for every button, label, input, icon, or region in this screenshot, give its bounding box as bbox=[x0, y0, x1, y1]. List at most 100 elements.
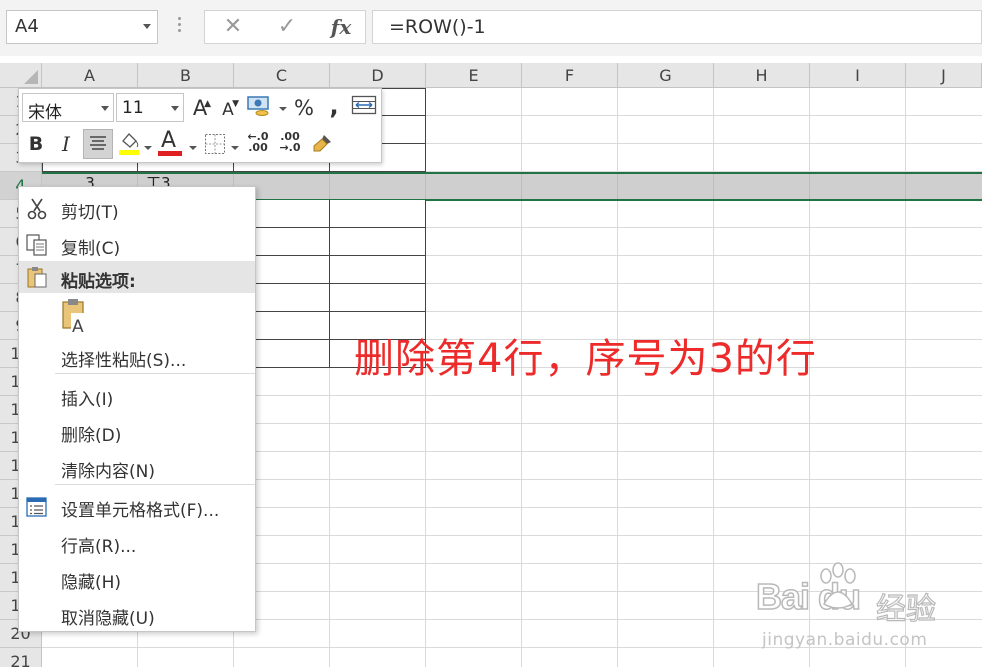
menu-separator bbox=[55, 373, 255, 374]
menu-item-label: 复制(C) bbox=[61, 239, 121, 259]
italic-button[interactable]: I bbox=[53, 129, 79, 159]
column-header-i[interactable]: I bbox=[810, 63, 906, 88]
copy-icon bbox=[26, 234, 47, 256]
table-cell[interactable] bbox=[330, 256, 426, 284]
menu-item-clear-contents[interactable]: 清除内容(N) bbox=[19, 450, 255, 484]
column-header-g[interactable]: G bbox=[618, 63, 714, 88]
paw-icon bbox=[820, 562, 856, 609]
menu-item-delete[interactable]: 删除(D) bbox=[19, 414, 255, 448]
percent-style-button[interactable]: % bbox=[291, 93, 317, 123]
font-size-value: 11 bbox=[122, 98, 144, 118]
column-header-e[interactable]: E bbox=[426, 63, 522, 88]
clipboard-icon bbox=[27, 267, 47, 288]
menu-item-label: 清除内容(N) bbox=[61, 462, 155, 482]
chevron-down-icon[interactable] bbox=[171, 106, 179, 111]
column-header-c[interactable]: C bbox=[234, 63, 330, 88]
increase-decimal-button[interactable]: ←.0 .00 bbox=[245, 131, 271, 161]
menu-item-hide[interactable]: 隐藏(H) bbox=[19, 561, 255, 595]
enter-check-icon[interactable]: ✓ bbox=[265, 11, 309, 43]
menu-item-label: 隐藏(H) bbox=[61, 573, 122, 593]
formula-buttons: ✕ ✓ fx bbox=[204, 10, 366, 44]
paste-options-label: 粘贴选项: bbox=[61, 272, 136, 292]
scissors-icon bbox=[27, 198, 47, 220]
merge-center-icon bbox=[351, 95, 377, 115]
menu-item-cut[interactable]: 剪切(T) bbox=[19, 191, 255, 225]
font-name-select[interactable]: 宋体 bbox=[22, 93, 114, 123]
chevron-down-icon[interactable] bbox=[279, 107, 287, 111]
cancel-icon[interactable]: ✕ bbox=[211, 11, 255, 43]
decrease-decimal-button[interactable]: .00 →.0 bbox=[277, 131, 303, 161]
column-headers: ABCDEFGHIJ bbox=[42, 63, 982, 88]
menu-item-format-cells[interactable]: 设置单元格格式(F)... bbox=[19, 489, 255, 523]
watermark-url: jingyan.baidu.com bbox=[762, 630, 928, 650]
align-center-icon bbox=[90, 136, 106, 150]
font-name-value: 宋体 bbox=[28, 103, 62, 123]
watermark-cn: 经验 bbox=[875, 591, 936, 627]
chevron-down-icon[interactable] bbox=[144, 146, 152, 150]
chevron-down-icon[interactable] bbox=[101, 106, 109, 111]
menu-item-label: 删除(D) bbox=[61, 426, 122, 446]
menu-item-copy[interactable]: 复制(C) bbox=[19, 227, 255, 261]
grow-font-button[interactable]: A ▲ bbox=[189, 93, 211, 123]
select-all-triangle-icon bbox=[24, 70, 38, 84]
select-all-button[interactable] bbox=[0, 63, 42, 88]
column-header-b[interactable]: B bbox=[138, 63, 234, 88]
svg-text:A: A bbox=[72, 317, 84, 335]
caret-down-icon: ▼ bbox=[232, 99, 239, 109]
font-color-button[interactable]: A bbox=[157, 128, 185, 159]
menu-item-label: 设置单元格格式(F)... bbox=[61, 501, 220, 521]
borders-icon bbox=[205, 134, 225, 154]
table-cell[interactable] bbox=[330, 228, 426, 256]
mini-toolbar: 宋体 11 A ▲ A ▼ % , B I A ←.0 .00 .00 →.0 bbox=[18, 88, 382, 163]
font-size-select[interactable]: 11 bbox=[116, 93, 184, 122]
menu-item-label: 插入(I) bbox=[61, 390, 114, 410]
context-menu: 剪切(T) 复制(C) 粘贴选项: A 选择性粘贴(S)... 插入(I) 删除… bbox=[18, 186, 256, 632]
column-header-a[interactable]: A bbox=[42, 63, 138, 88]
annotation-text: 删除第4行，序号为3的行 bbox=[354, 336, 817, 382]
name-box-value: A4 bbox=[15, 16, 39, 37]
font-color-swatch bbox=[158, 151, 182, 156]
borders-button[interactable] bbox=[203, 129, 227, 159]
table-cell[interactable] bbox=[330, 200, 426, 228]
money-icon bbox=[247, 96, 269, 116]
caret-up-icon: ▲ bbox=[204, 99, 211, 109]
column-header-j[interactable]: J bbox=[906, 63, 982, 88]
column-header-d[interactable]: D bbox=[330, 63, 426, 88]
format-painter-icon bbox=[313, 135, 331, 152]
column-header-f[interactable]: F bbox=[522, 63, 618, 88]
table-cell[interactable] bbox=[330, 284, 426, 312]
accounting-format-button[interactable] bbox=[245, 93, 275, 123]
name-box[interactable]: A4 bbox=[6, 10, 158, 44]
drag-handle-icon[interactable] bbox=[176, 14, 182, 36]
paste-values-option-button[interactable]: A bbox=[59, 297, 95, 337]
bold-button[interactable]: B bbox=[23, 129, 49, 159]
format-painter-button[interactable] bbox=[309, 129, 335, 159]
chevron-down-icon[interactable] bbox=[189, 146, 197, 150]
increase-decimal-bottom: .00 bbox=[248, 141, 268, 154]
menu-item-row-height[interactable]: 行高(R)... bbox=[19, 525, 255, 559]
align-center-button[interactable] bbox=[83, 129, 113, 159]
menu-item-label: 取消隐藏(U) bbox=[61, 609, 155, 629]
insert-function-button[interactable]: fx bbox=[319, 11, 363, 43]
watermark: Bai du 经验 jingyan.baidu.com bbox=[752, 560, 974, 660]
comma-style-button[interactable]: , bbox=[323, 91, 345, 121]
format-cells-icon bbox=[26, 497, 47, 517]
formula-input[interactable]: =ROW()-1 bbox=[372, 10, 982, 44]
merge-center-button[interactable] bbox=[349, 93, 379, 123]
shrink-font-button[interactable]: A ▼ bbox=[217, 95, 239, 125]
menu-item-insert[interactable]: 插入(I) bbox=[19, 378, 255, 412]
menu-item-unhide[interactable]: 取消隐藏(U) bbox=[19, 597, 255, 631]
chevron-down-icon[interactable] bbox=[231, 146, 239, 150]
chevron-down-icon[interactable] bbox=[143, 24, 151, 29]
menu-separator bbox=[55, 484, 255, 485]
menu-item-paste-special[interactable]: 选择性粘贴(S)... bbox=[19, 339, 255, 373]
fill-color-button[interactable] bbox=[117, 129, 141, 159]
decrease-decimal-bottom: →.0 bbox=[279, 141, 301, 154]
menu-item-label: 剪切(T) bbox=[61, 203, 119, 223]
formula-text: =ROW()-1 bbox=[389, 16, 486, 38]
menu-item-label: 选择性粘贴(S)... bbox=[61, 351, 187, 371]
row-header-21[interactable]: 21 bbox=[0, 648, 41, 667]
paste-options-header: 粘贴选项: bbox=[19, 261, 255, 293]
formula-bar-area: A4 ✕ ✓ fx =ROW()-1 bbox=[0, 0, 982, 56]
column-header-h[interactable]: H bbox=[714, 63, 810, 88]
